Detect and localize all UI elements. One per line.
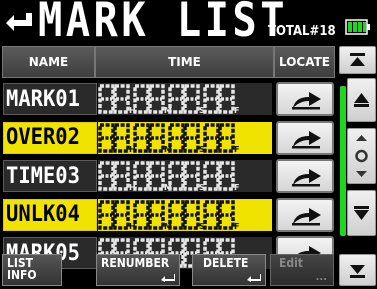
scroll-thumb-icon (355, 135, 368, 177)
time-digit (218, 199, 235, 230)
mark-time-cell: HMSF (98, 160, 272, 192)
total-count: TOTAL#18 (268, 24, 336, 39)
mark-row[interactable]: UNLK04 H M S F (0, 196, 335, 234)
time-digit (183, 84, 200, 114)
time-digit (203, 122, 220, 153)
scroll-up-button[interactable] (347, 78, 376, 122)
scroll-bar[interactable] (338, 46, 377, 286)
list-info-button[interactable]: LIST INFO (2, 254, 62, 286)
scroll-up-icon (354, 93, 369, 107)
time-digit (218, 161, 235, 191)
time-digit (113, 84, 130, 114)
time-digit (133, 84, 150, 114)
locate-arrow-icon (292, 169, 321, 187)
locate-button[interactable] (276, 159, 334, 193)
mark-name-cell[interactable]: OVER02 (3, 121, 97, 154)
time-digit (133, 199, 150, 230)
time-digit (203, 161, 220, 191)
time-digit (133, 122, 150, 153)
delete-button[interactable]: DELETE (192, 254, 266, 286)
time-display: HMSF (98, 122, 239, 154)
scroll-track[interactable] (340, 86, 346, 236)
locate-button[interactable] (276, 120, 334, 155)
time-digit (183, 161, 200, 191)
scroll-thumb[interactable] (347, 128, 376, 184)
mark-time-cell: HMSF (98, 198, 272, 231)
mark-row[interactable]: MARK01 H M S F (0, 80, 335, 118)
return-arrow-icon[interactable] (2, 8, 36, 38)
time-digit (98, 161, 115, 191)
time-digit (133, 161, 150, 191)
delete-label: DELETE (203, 256, 249, 270)
mark-row[interactable]: TIME03 H M S F (0, 157, 335, 195)
header: MARK LIST TOTAL#18 (0, 0, 377, 48)
locate-arrow-icon (292, 92, 321, 110)
locate-arrow-icon (292, 130, 321, 148)
mark-name-cell[interactable]: TIME03 (3, 160, 97, 192)
mark-name: UNLK04 (6, 202, 80, 227)
time-digit (203, 84, 220, 114)
mark-name: TIME03 (6, 163, 80, 189)
locate-button[interactable] (276, 82, 334, 116)
time-digit (183, 199, 200, 230)
time-digit (113, 199, 130, 230)
mark-name: OVER02 (6, 125, 80, 150)
time-digit (98, 122, 115, 153)
renumber-label: RENUMBER (101, 256, 170, 270)
time-unit-label: F (234, 145, 239, 154)
scroll-down-button[interactable] (347, 190, 376, 236)
time-digit (148, 161, 165, 191)
mark-name: MARK01 (6, 86, 80, 112)
column-header-locate: LOCATE (274, 46, 335, 78)
time-digit (148, 199, 165, 230)
mark-time-cell: HMSF (98, 83, 272, 115)
edit-label: Edit (279, 256, 303, 270)
time-unit-label: F (234, 222, 239, 231)
time-digit (218, 84, 235, 114)
edit-button[interactable]: Edit ... (270, 254, 334, 286)
time-digit (113, 161, 130, 191)
time-unit-label: F (234, 183, 239, 192)
time-digit (148, 84, 165, 114)
time-digit (218, 122, 235, 153)
column-header-time: TIME (95, 46, 274, 78)
mark-time-cell: HMSF (98, 121, 272, 154)
time-digit (98, 84, 115, 114)
scroll-down-icon (354, 206, 369, 220)
time-display: HMSF (98, 199, 239, 231)
mark-name-cell[interactable]: UNLK04 (3, 198, 97, 231)
mark-row[interactable]: OVER02 H M S F (0, 119, 335, 157)
list-info-label: LIST INFO (7, 256, 37, 282)
time-unit-label: F (234, 106, 239, 115)
time-digit (148, 122, 165, 153)
time-digit (203, 199, 220, 230)
scroll-top-icon (350, 53, 365, 66)
mark-name-cell[interactable]: MARK01 (3, 83, 97, 115)
scroll-bottom-button[interactable] (339, 254, 376, 286)
column-header-name: NAME (2, 46, 95, 78)
time-display: HMSF (98, 84, 239, 115)
battery-icon (345, 19, 370, 35)
page-title: MARK LIST (38, 0, 288, 48)
enter-arrow-icon (247, 274, 261, 282)
enter-arrow-icon (161, 274, 175, 282)
scroll-bottom-icon (350, 265, 365, 278)
renumber-button[interactable]: RENUMBER (96, 254, 180, 286)
time-digit (183, 122, 200, 153)
locate-button[interactable] (276, 197, 334, 232)
locate-arrow-icon (292, 207, 321, 225)
scroll-top-button[interactable] (339, 46, 376, 74)
time-digit (98, 199, 115, 230)
time-digit (113, 122, 130, 153)
time-display: HMSF (98, 161, 239, 192)
more-dots: ... (315, 272, 327, 283)
